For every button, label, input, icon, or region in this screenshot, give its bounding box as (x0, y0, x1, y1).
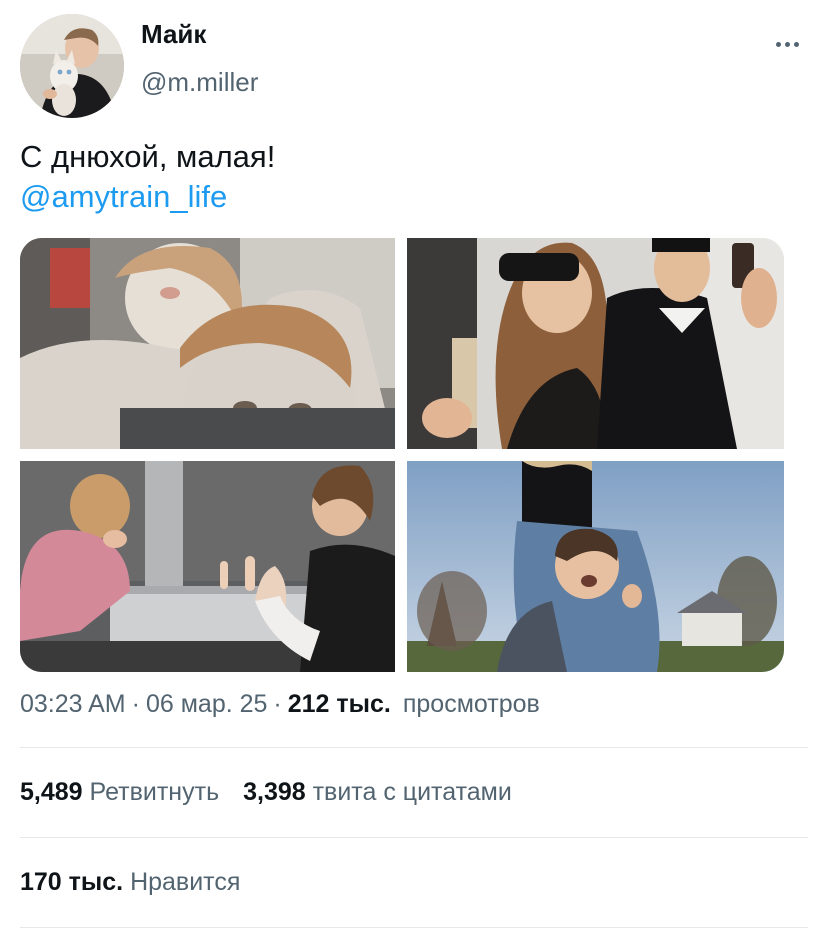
author-name[interactable]: Майк (141, 19, 206, 50)
meta-separator: · (131, 690, 140, 718)
dot (775, 41, 781, 47)
divider (20, 747, 808, 748)
likes-count: 170 тыс. (20, 868, 124, 896)
quotes-stat[interactable]: 3,398 твита с цитатами (243, 778, 512, 807)
tweet-meta: 03:23 AM · 06 мар. 25 · 212 тыс. просмотров (20, 690, 540, 719)
quotes-label: твита с цитатами (312, 778, 512, 806)
divider (20, 927, 808, 928)
mention-link[interactable]: @amytrain_life (20, 177, 275, 217)
views-label: просмотров (402, 690, 540, 718)
photo-face-mask-selfie[interactable] (20, 238, 395, 449)
retweets-label: Ретвитнуть (89, 778, 220, 806)
photo-sunglasses-suit[interactable] (407, 238, 784, 449)
dot (784, 41, 790, 47)
photo-gesture-garage[interactable] (20, 461, 395, 672)
engagement-stats: 5,489 Ретвитнуть 3,398 твита с цитатами (20, 778, 512, 807)
likes-row: 170 тыс. Нравится (20, 868, 240, 897)
dot (793, 41, 799, 47)
author-avatar[interactable] (20, 14, 124, 118)
likes-stat[interactable]: 170 тыс. Нравится (20, 868, 240, 897)
tweet-body: С днюхой, малая! (20, 139, 276, 174)
meta-separator: · (273, 690, 282, 718)
photo-piggyback-park[interactable] (407, 461, 784, 672)
photo-grid (20, 238, 784, 672)
tweet-time[interactable]: 03:23 AM (20, 690, 126, 718)
views-count: 212 тыс. (287, 690, 391, 718)
likes-label: Нравится (130, 868, 241, 896)
author-handle[interactable]: @m.miller (141, 67, 258, 98)
divider (20, 837, 808, 838)
retweets-stat[interactable]: 5,489 Ретвитнуть (20, 778, 219, 807)
quotes-count: 3,398 (243, 778, 306, 806)
tweet-text: С днюхой, малая! @amytrain_life (20, 137, 275, 217)
more-dots-icon[interactable] (770, 34, 804, 54)
tweet-date[interactable]: 06 мар. 25 (146, 690, 267, 718)
retweets-count: 5,489 (20, 778, 83, 806)
